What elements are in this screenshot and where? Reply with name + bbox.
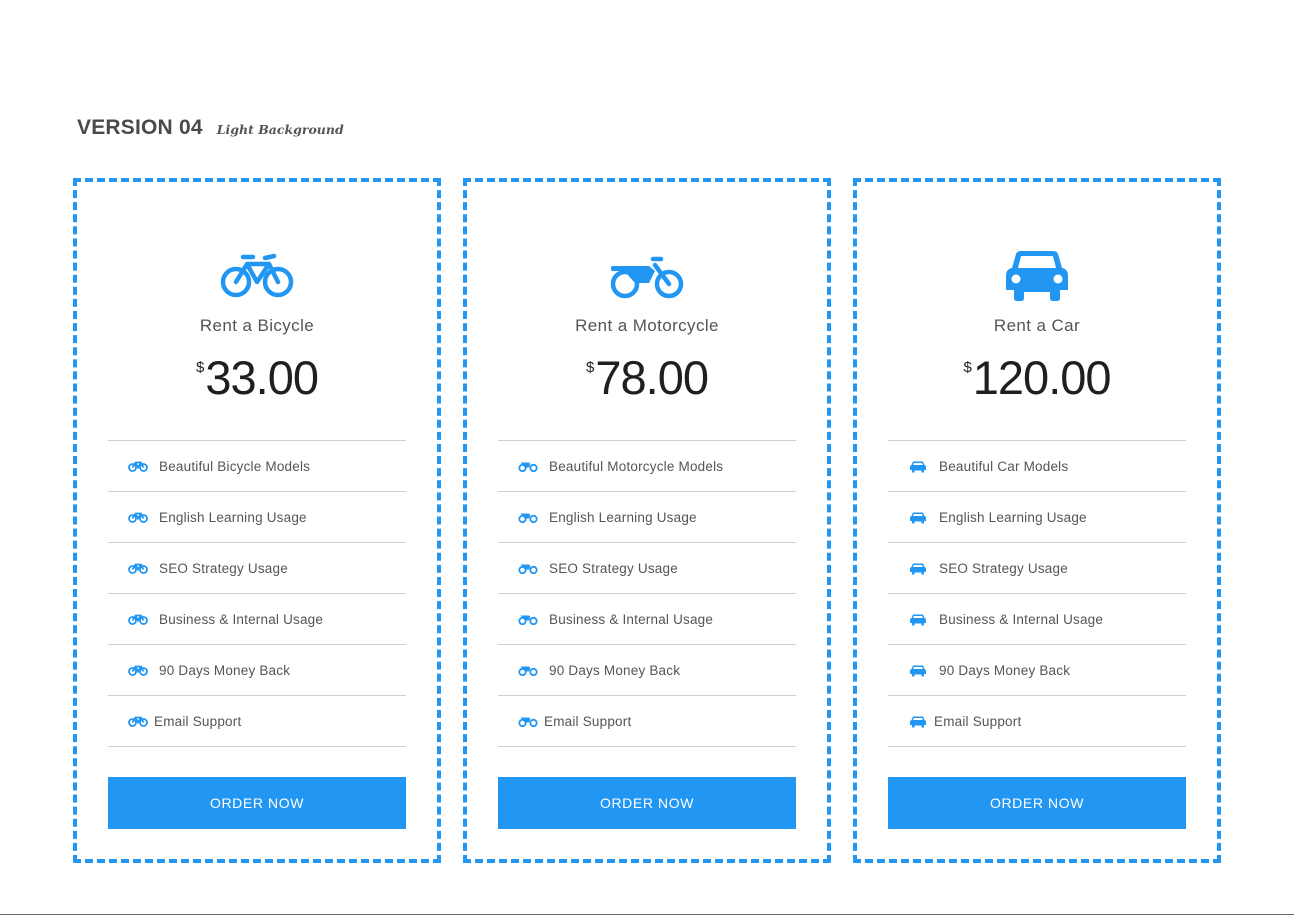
car-icon [908,612,928,626]
feature-list: Beautiful Car Models English Learning Us… [888,440,1186,747]
car-icon [908,510,928,524]
feature-label: Email Support [544,713,632,729]
bicycle-icon [128,510,148,524]
feature-item: Beautiful Car Models [888,441,1186,492]
car-icon [997,248,1077,304]
feature-label: Beautiful Car Models [939,458,1069,474]
feature-item: English Learning Usage [888,492,1186,543]
car-icon [908,561,928,575]
price-currency: $ [196,359,205,376]
feature-item: Beautiful Bicycle Models [108,441,406,492]
feature-item: SEO Strategy Usage [108,543,406,594]
feature-label: 90 Days Money Back [939,662,1071,678]
price-currency: $ [586,359,595,376]
car-icon [908,459,928,473]
card-price: $78.00 [467,350,827,405]
pricing-card-motorcycle: Rent a Motorcycle $78.00 Beautiful Motor… [463,178,831,863]
motorcycle-icon [518,510,538,524]
feature-label: SEO Strategy Usage [939,560,1068,576]
motorcycle-icon [518,714,538,728]
card-title: Rent a Bicycle [199,316,315,335]
feature-label: Business & Internal Usage [549,611,714,627]
price-amount: 33.00 [205,351,319,404]
bicycle-icon [128,663,148,677]
bottom-divider [0,914,1294,915]
feature-item: 90 Days Money Back [498,645,796,696]
feature-label: Email Support [934,713,1022,729]
feature-label: Beautiful Motorcycle Models [549,458,724,474]
motorcycle-icon [518,459,538,473]
feature-label: Business & Internal Usage [159,611,324,627]
motorcycle-icon [518,561,538,575]
feature-item: English Learning Usage [498,492,796,543]
version-subtitle: Light Background [216,122,344,137]
feature-label: SEO Strategy Usage [159,560,288,576]
feature-item: 90 Days Money Back [888,645,1186,696]
feature-label: 90 Days Money Back [549,662,681,678]
feature-label: SEO Strategy Usage [549,560,678,576]
version-title: VERSION 04 [77,116,203,139]
motorcycle-icon [518,663,538,677]
bicycle-icon [128,561,148,575]
pricing-card-car: Rent a Car $120.00 Beautiful Car Models … [853,178,1221,863]
bicycle-icon [217,248,297,304]
price-amount: 78.00 [595,351,709,404]
card-title: Rent a Motorcycle [575,316,719,335]
feature-item: Email Support [498,696,796,747]
card-price: $120.00 [857,350,1217,405]
feature-item: Business & Internal Usage [888,594,1186,645]
feature-label: 90 Days Money Back [159,662,291,678]
feature-list: Beautiful Bicycle Models English Learnin… [108,440,406,747]
pricing-card-bicycle: Rent a Bicycle $33.00 Beautiful Bicycle … [73,178,441,863]
pricing-cards: Rent a Bicycle $33.00 Beautiful Bicycle … [73,178,1221,863]
card-title: Rent a Car [993,316,1081,335]
feature-item: Email Support [108,696,406,747]
motorcycle-icon [607,248,687,304]
feature-label: Business & Internal Usage [939,611,1104,627]
feature-label: English Learning Usage [549,509,697,525]
feature-item: SEO Strategy Usage [888,543,1186,594]
feature-list: Beautiful Motorcycle Models English Lear… [498,440,796,747]
motorcycle-icon [518,612,538,626]
order-now-button[interactable]: ORDER NOW [498,777,796,829]
car-icon [908,663,928,677]
feature-item: English Learning Usage [108,492,406,543]
feature-label: English Learning Usage [939,509,1087,525]
feature-item: Beautiful Motorcycle Models [498,441,796,492]
feature-item: Business & Internal Usage [498,594,796,645]
car-icon [908,714,928,728]
feature-label: English Learning Usage [159,509,307,525]
bicycle-icon [128,714,148,728]
feature-item: 90 Days Money Back [108,645,406,696]
section-heading: VERSION 04 Light Background [77,116,344,140]
feature-item: Business & Internal Usage [108,594,406,645]
order-now-button[interactable]: ORDER NOW [888,777,1186,829]
price-amount: 120.00 [972,351,1112,404]
price-currency: $ [963,359,972,376]
bicycle-icon [128,612,148,626]
feature-item: Email Support [888,696,1186,747]
feature-label: Email Support [154,713,242,729]
feature-label: Beautiful Bicycle Models [159,458,311,474]
order-now-button[interactable]: ORDER NOW [108,777,406,829]
card-price: $33.00 [77,350,437,405]
bicycle-icon [128,459,148,473]
feature-item: SEO Strategy Usage [498,543,796,594]
page: VERSION 04 Light Background Rent a Bicyc [0,0,1294,919]
